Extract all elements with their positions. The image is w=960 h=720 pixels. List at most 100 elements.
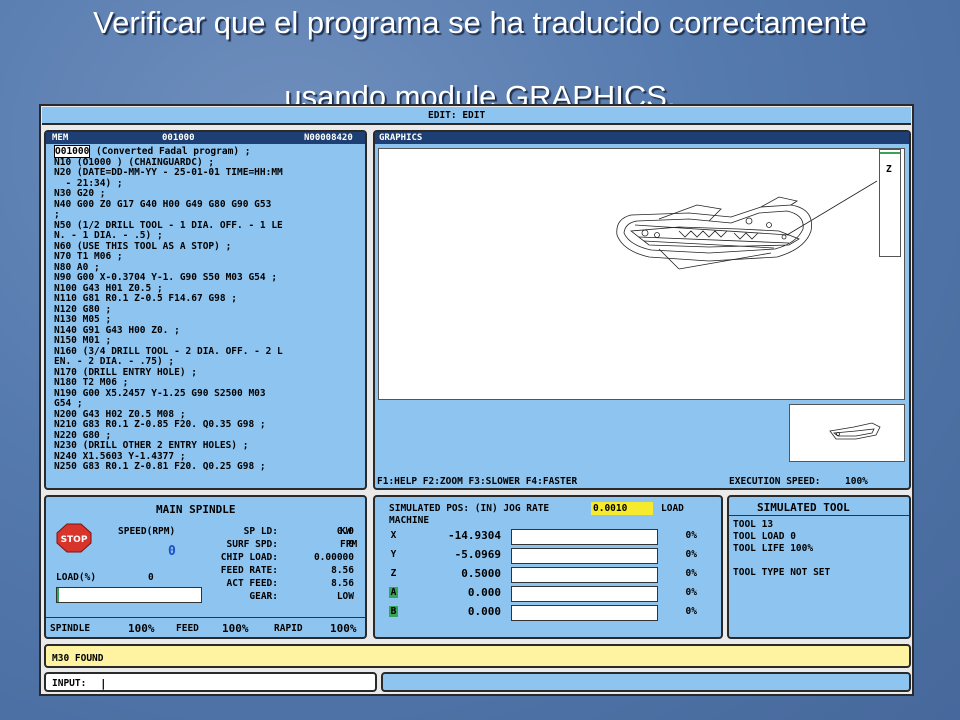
slide-title: Verificar que el programa se ha traducid… (93, 5, 867, 40)
axis-load-value: 0% (685, 530, 697, 541)
rapid-override-label: RAPID (274, 623, 303, 634)
spindle-param-unit: FPM (340, 539, 358, 550)
program-line[interactable]: N230 (DRILL OTHER 2 ENTRY HOLES) ; (54, 440, 362, 452)
overview-thumbnail[interactable] (789, 404, 905, 462)
program-line[interactable]: N150 M01 ; (54, 335, 362, 347)
program-line[interactable]: ; (54, 209, 362, 221)
program-line[interactable]: N40 G00 Z0 G17 G40 H00 G49 G80 G90 G53 (54, 199, 362, 211)
axis-load-value: 0% (685, 549, 697, 560)
position-panel: SIMULATED POS: (IN) JOG RATE 0.0010 LOAD… (373, 495, 723, 639)
spindle-override-label: SPINDLE (50, 623, 91, 634)
program-line[interactable]: G54 ; (54, 398, 362, 410)
tool-info-line: TOOL TYPE NOT SET (733, 567, 831, 578)
edit-mode-label: EDIT: EDIT (428, 110, 486, 121)
program-line[interactable]: N190 G00 X5.2457 Y-1.25 G90 S2500 M03 (54, 388, 362, 400)
axis-load-meter (511, 548, 658, 564)
program-line-text: (Converted Fadal program) ; (90, 146, 251, 157)
spindle-param-value: 0.00000 (313, 552, 354, 563)
program-line[interactable]: N210 G83 R0.1 Z-0.85 F20. Q0.35 G98 ; (54, 419, 362, 431)
axis-load-value: 0% (685, 587, 697, 598)
tool-divider (729, 515, 909, 516)
program-line[interactable]: N250 G83 R0.1 Z-0.81 F20. Q0.25 G98 ; (54, 461, 362, 473)
tool-info-line: TOOL 13 (733, 519, 774, 530)
program-id: 001000 (162, 133, 195, 143)
axis-value: 0.000 (467, 605, 501, 618)
toolpath-view[interactable]: Z (378, 148, 905, 400)
input-cursor: | (100, 677, 107, 690)
toolpath-drawing (616, 180, 878, 270)
tool-title: SIMULATED TOOL (757, 501, 850, 514)
load-label: LOAD(%) (56, 572, 97, 583)
axis-value: 0.000 (467, 586, 501, 599)
tool-info-line: TOOL LOAD 0 (733, 531, 796, 542)
graphics-title: GRAPHICS (379, 133, 423, 143)
axis-row: A 0.000 0% (375, 584, 721, 603)
axis-load-meter (511, 586, 658, 602)
axis-row: B 0.000 0% (375, 603, 721, 622)
program-line[interactable]: N30 G20 ; (54, 188, 362, 200)
spindle-param-value: 8.56 (331, 565, 354, 576)
override-footer: SPINDLE 100% FEED 100% RAPID 100% (46, 617, 365, 637)
axis-load-meter (511, 529, 658, 545)
status-bar (381, 672, 911, 692)
program-line[interactable]: EN. - 2 DIA. - .75) ; (54, 356, 362, 368)
axis-name: B (389, 606, 398, 617)
program-line[interactable]: N180 T2 M06 ; (54, 377, 362, 389)
graphics-header: GRAPHICS (375, 132, 909, 144)
spindle-param-value: LOW (336, 591, 354, 602)
machine-label: MACHINE (389, 515, 430, 526)
axis-rows: X -14.9304 0% Y -5.0969 0% Z 0.5000 0% A 0.000 0% B 0… (375, 527, 721, 622)
spindle-params: SP LD: 0.0 KW SURF SPD: 0 FPM CHIP LOAD: 0.0000… (206, 526, 366, 604)
program-line[interactable]: N20 (DATE=DD-MM-YY - 25-01-01 TIME=HH:MM (54, 167, 362, 179)
axis-value: 0.5000 (461, 567, 501, 580)
function-keys: F1:HELP F2:ZOOM F3:SLOWER F4:FASTER (377, 476, 578, 487)
spindle-param-label: SURF SPD: (226, 539, 278, 550)
spindle-param-label: SP LD: (243, 526, 278, 537)
program-line[interactable]: N70 T1 M06 ; (54, 251, 362, 263)
tool-info-line (733, 555, 907, 567)
axis-name: X (390, 530, 397, 541)
program-header: MEM 001000 N00008420 (46, 132, 365, 144)
cnc-control-screen: EDIT: EDIT MEM 001000 N00008420 O01000 (… (39, 104, 914, 696)
spindle-param-row: SP LD: 0.0 KW (206, 526, 366, 539)
feed-override-value[interactable]: 100% (222, 622, 249, 635)
jog-rate-field[interactable]: 0.0010 (591, 502, 653, 515)
program-line[interactable]: N90 G00 X-0.3704 Y-1. G90 S50 M03 G54 ; (54, 272, 362, 284)
feed-override-label: FEED (176, 623, 199, 634)
axis-row: Z 0.5000 0% (375, 565, 721, 584)
z-axis-label: Z (886, 164, 892, 175)
axis-load-meter (511, 567, 658, 583)
spindle-param-label: ACT FEED: (226, 578, 278, 589)
axis-load-value: 0% (685, 568, 697, 579)
program-listing[interactable]: O01000 (Converted Fadal program) ; N10 (O… (54, 145, 362, 473)
axis-row: Y -5.0969 0% (375, 546, 721, 565)
axis-value: -5.0969 (454, 548, 501, 561)
mem-label: MEM (52, 133, 69, 143)
spindle-param-label: FEED RATE: (220, 565, 278, 576)
overview-drawing (829, 422, 881, 440)
spindle-param-label: GEAR: (249, 591, 278, 602)
rapid-override-value[interactable]: 100% (330, 622, 357, 635)
axis-name: Z (390, 568, 397, 579)
program-line[interactable]: N110 G81 R0.1 Z-0.5 F14.67 G98 ; (54, 293, 362, 305)
z-axis-gauge: Z (879, 149, 901, 257)
mode-header: EDIT: EDIT (42, 107, 911, 125)
load-value: 0 (148, 572, 154, 583)
input-field[interactable]: INPUT: | (44, 672, 377, 692)
program-panel: MEM 001000 N00008420 O01000 (Converted F… (44, 130, 367, 490)
tool-info-line: TOOL LIFE 100% (733, 543, 814, 554)
tool-info: TOOL 13 TOOL LOAD 0 TOOL LIFE 100% TOOL TYP… (733, 519, 907, 579)
axis-name: Y (390, 549, 397, 560)
program-line[interactable]: N130 M05 ; (54, 314, 362, 326)
z-level-marker (880, 152, 900, 154)
spindle-title: MAIN SPINDLE (156, 503, 236, 516)
program-line[interactable]: O01000 (Converted Fadal program) ; (54, 145, 362, 158)
stop-label: STOP (61, 535, 88, 545)
input-label: INPUT: (52, 678, 87, 689)
axis-value: -14.9304 (448, 529, 501, 542)
axis-load-value: 0% (685, 606, 697, 617)
program-line[interactable]: N. - 1 DIA. - .5) ; (54, 230, 362, 242)
speed-label: SPEED(RPM) (118, 526, 176, 537)
spindle-override-value[interactable]: 100% (128, 622, 155, 635)
spindle-param-row: ACT FEED: 8.56 (206, 578, 366, 591)
